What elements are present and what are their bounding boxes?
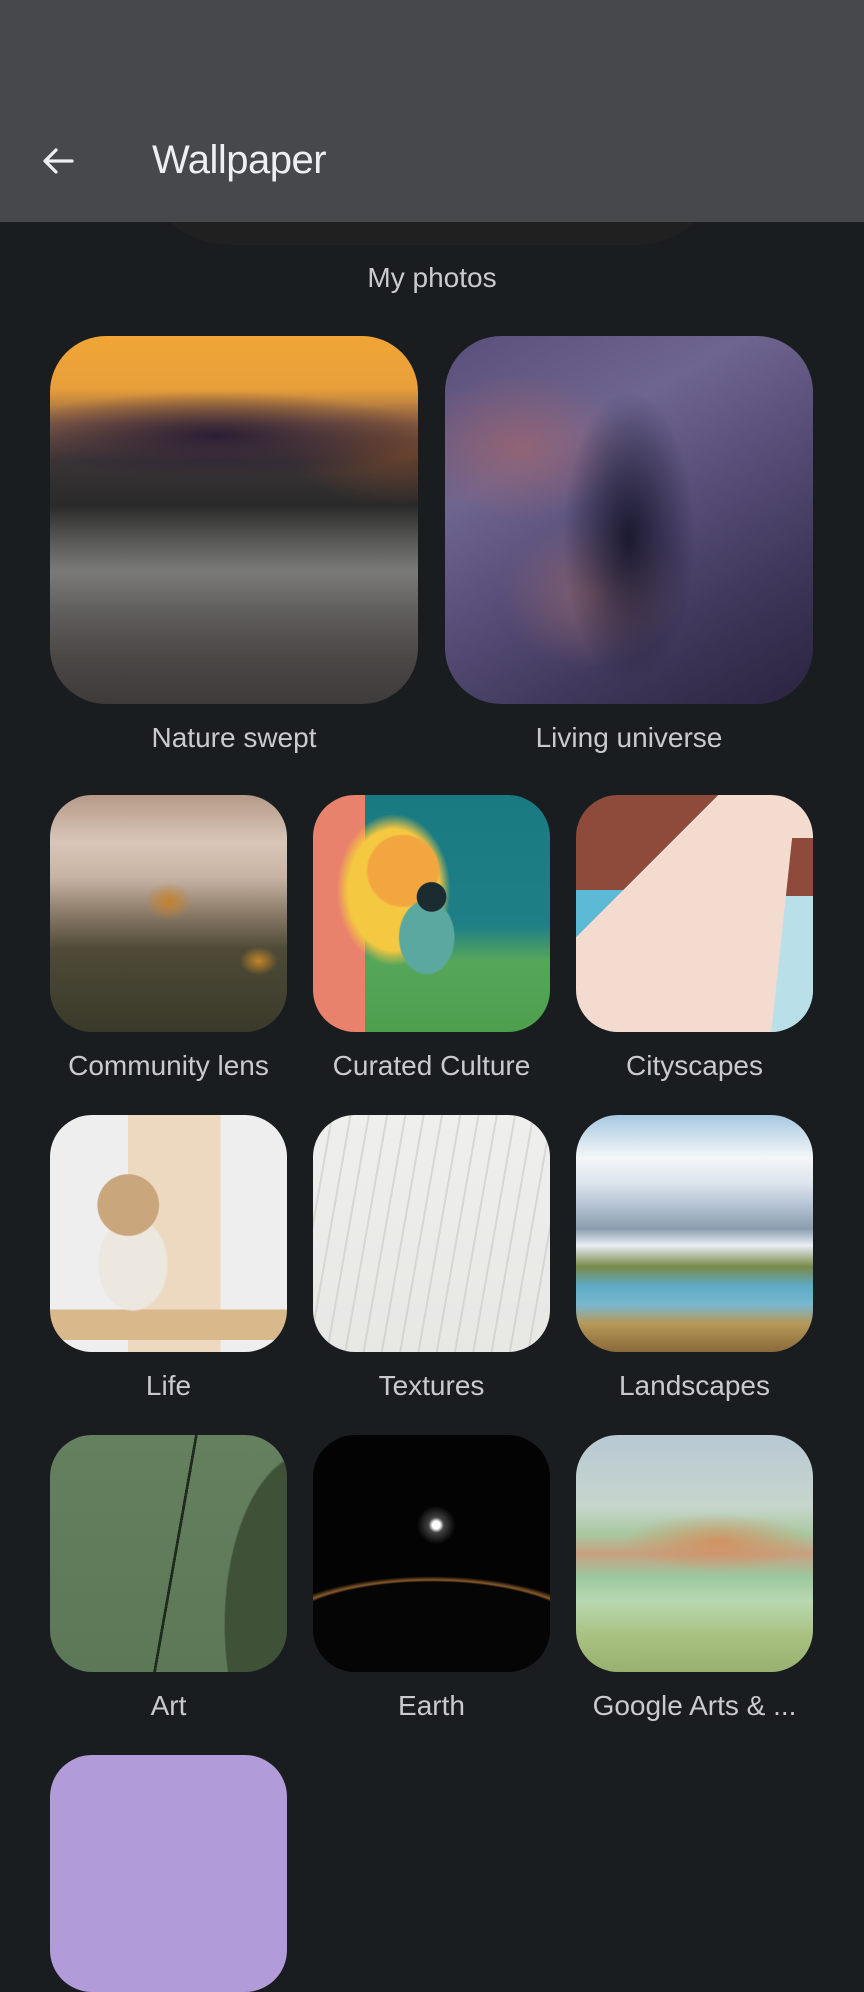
category-tile-earth[interactable] <box>313 1435 550 1672</box>
back-button[interactable] <box>34 139 82 187</box>
my-photos-label: My photos <box>367 262 497 293</box>
category-tile-art[interactable] <box>50 1435 287 1672</box>
category-label: Life <box>145 1370 192 1401</box>
category-tile-curated-culture[interactable] <box>313 795 550 1032</box>
category-tile-nature-swept[interactable] <box>50 336 418 704</box>
category-tile-community-lens[interactable] <box>50 795 287 1032</box>
category-label: Community lens <box>68 1050 269 1081</box>
category-label: Earth <box>398 1690 465 1721</box>
category-tile-living-universe[interactable] <box>445 336 813 704</box>
category-tile-textures[interactable] <box>313 1115 550 1352</box>
category-tile-google-arts-culture[interactable] <box>576 1435 813 1672</box>
category-label: Landscapes <box>618 1370 770 1401</box>
category-label: Textures <box>378 1370 485 1401</box>
page-title: Wallpaper <box>152 138 327 182</box>
category-tile-cityscapes[interactable] <box>576 795 813 1032</box>
category-tile-landscapes[interactable] <box>576 1115 813 1352</box>
category-label: Living universe <box>535 722 723 753</box>
category-label: Cityscapes <box>626 1050 763 1081</box>
category-tile-life[interactable] <box>50 1115 287 1352</box>
category-label: Curated Culture <box>332 1050 531 1081</box>
app-bar: Wallpaper <box>0 0 864 222</box>
category-label: Nature swept <box>151 722 317 753</box>
category-label: Google Arts & ... <box>592 1690 797 1721</box>
category-tile-purple[interactable] <box>50 1755 287 1992</box>
category-label: Art <box>150 1690 187 1721</box>
arrow-back-icon <box>38 141 78 186</box>
